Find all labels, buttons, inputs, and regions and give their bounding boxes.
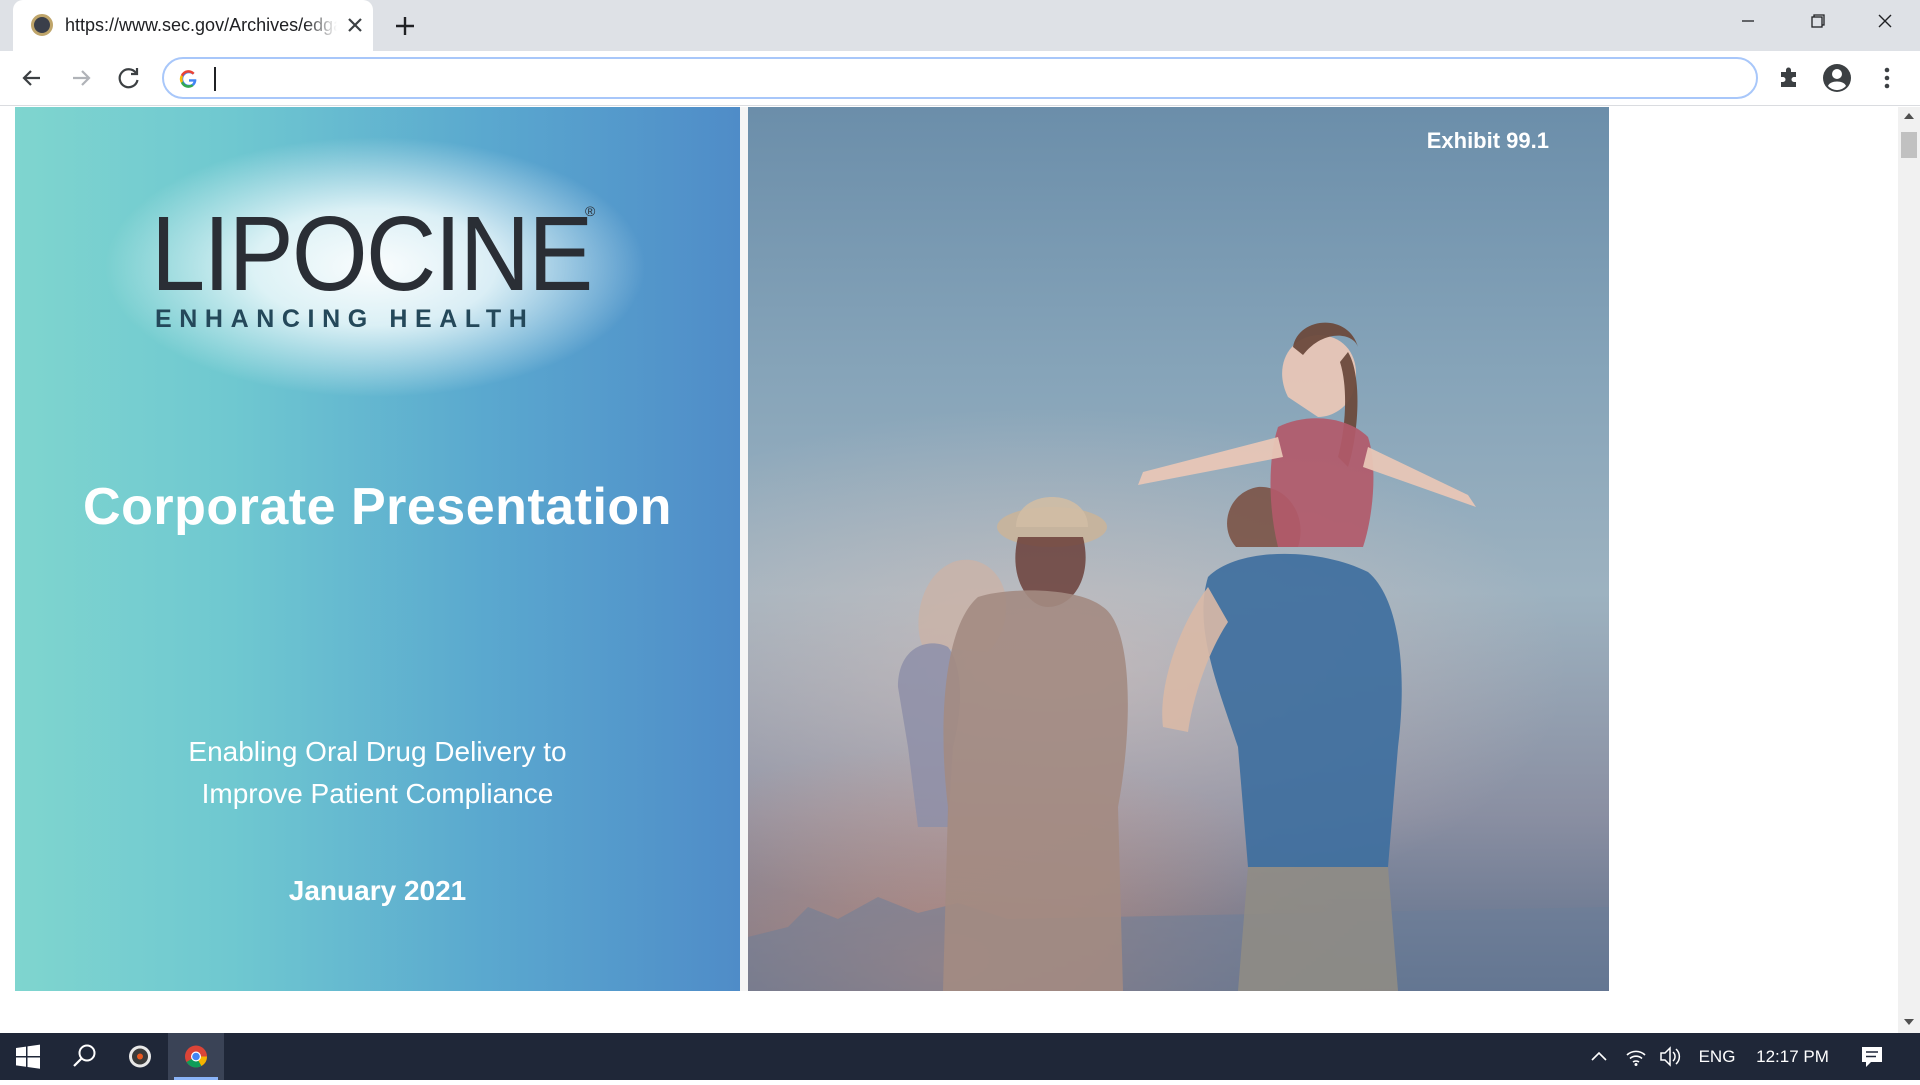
restore-icon[interactable] [1783,0,1853,44]
registered-mark: ® [585,203,596,219]
scroll-down-arrow-icon[interactable] [1903,1017,1915,1027]
scroll-up-arrow-icon[interactable] [1903,111,1915,121]
window-close-icon[interactable] [1850,0,1920,44]
page-content: LIPOCINE ® ENHANCING HEALTH Corporate Pr… [0,107,1898,1033]
media-app-icon[interactable] [112,1033,168,1080]
minimize-icon[interactable] [1713,0,1783,44]
subtitle-line-1: Enabling Oral Drug Delivery to [188,736,567,767]
address-bar[interactable] [162,57,1758,99]
new-tab-icon[interactable] [390,11,420,41]
network-icon[interactable] [1621,1033,1651,1080]
browser-toolbar [0,51,1920,106]
tab-strip: https://www.sec.gov/Archives/edgar/data [0,0,1920,51]
scroll-thumb[interactable] [1901,132,1917,158]
chevron-up-icon[interactable] [1584,1033,1614,1080]
account-icon[interactable] [1820,61,1854,95]
chrome-taskbar-button[interactable] [168,1033,224,1080]
close-icon[interactable] [343,13,367,37]
slide-divider [740,107,748,991]
reload-icon[interactable] [112,61,146,95]
google-icon [179,70,197,88]
exhibit-label: Exhibit 99.1 [1426,128,1549,153]
notification-icon[interactable] [1852,1033,1892,1080]
system-clock[interactable]: 12:17 PM [1745,1033,1840,1080]
browser-tab[interactable]: https://www.sec.gov/Archives/edgar/data [13,0,373,51]
slide-photo-panel: Exhibit 99.1 [748,107,1609,991]
search-icon[interactable] [56,1033,112,1080]
family-photo [748,322,1609,991]
vertical-scrollbar[interactable] [1898,107,1920,1033]
company-logo: LIPOCINE [151,195,593,313]
address-input[interactable] [212,65,1732,91]
language-indicator[interactable]: ENG [1694,1033,1740,1080]
presentation-date: January 2021 [288,875,467,906]
logo-tagline: ENHANCING HEALTH [155,305,535,333]
windows-taskbar: ENG 12:17 PM [0,1033,1920,1080]
text-caret [214,67,216,91]
subtitle-line-2: Improve Patient Compliance [201,778,554,809]
tab-title: https://www.sec.gov/Archives/edgar/data [65,15,337,35]
windows-start-icon[interactable] [0,1033,56,1080]
arrow-right-icon[interactable] [64,61,98,95]
volume-icon[interactable] [1655,1033,1685,1080]
presentation-slide: LIPOCINE ® ENHANCING HEALTH Corporate Pr… [15,107,1609,991]
puzzle-icon[interactable] [1772,61,1806,95]
chrome-icon [185,1045,207,1068]
arrow-left-icon[interactable] [15,61,49,95]
kebab-menu-icon[interactable] [1870,61,1904,95]
slide-left-panel: LIPOCINE ® ENHANCING HEALTH Corporate Pr… [15,107,740,991]
presentation-title: Corporate Presentation [83,478,672,536]
presentation-subtitle: Enabling Oral Drug Delivery to Improve P… [15,731,740,815]
sec-seal-icon [31,14,53,36]
